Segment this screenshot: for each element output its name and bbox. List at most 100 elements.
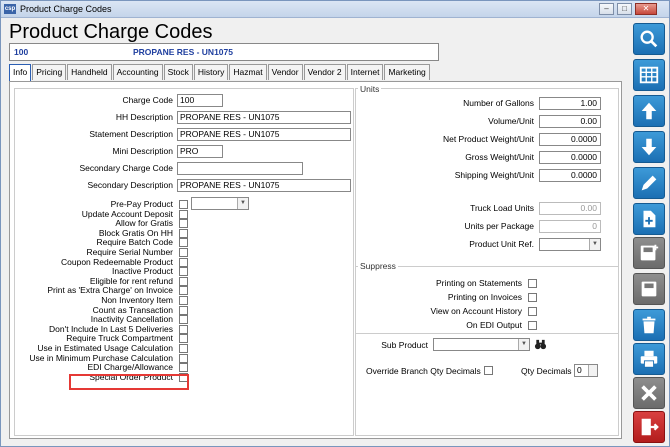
checkbox[interactable] [179,257,188,267]
statement-description-input[interactable]: PROPANE RES - UN1075 [177,128,351,141]
maximize-button[interactable]: □ [617,3,632,15]
secondary-description-label: Secondary Description [87,180,173,190]
checkbox-label: Use in Estimated Usage Calculation [37,343,173,353]
checkbox[interactable] [179,363,188,373]
tab-hazmat[interactable]: Hazmat [229,64,267,80]
checkbox[interactable] [179,334,188,344]
minimize-button[interactable]: – [599,3,614,15]
checkbox-label: Print as 'Extra Charge' on Invoice [47,285,173,296]
qty-decimals-input[interactable]: 0 [574,364,598,377]
delete-button[interactable] [633,309,665,341]
general-pane: Charge Code 100 HH Description PROPANE R… [14,88,354,436]
cancel-button[interactable] [633,377,665,409]
tab-vendor-2[interactable]: Vendor 2 [303,64,346,80]
suppress-label: Printing on Invoices [447,292,522,302]
checkbox-label: EDI Charge/Allowance [87,362,173,373]
tab-info[interactable]: Info [9,64,32,81]
unit-field-input[interactable]: 0.00 [539,202,601,215]
unit-field-input[interactable]: 0 [539,220,601,233]
chevron-down-icon: ▼ [237,198,248,209]
new-document-button[interactable] [633,203,665,235]
checkbox[interactable] [179,209,188,219]
tab-stock[interactable]: Stock [163,64,193,80]
tab-internet[interactable]: Internet [346,64,384,80]
mini-description-input[interactable]: PRO [177,145,223,158]
save-new-icon [638,242,660,264]
grid-button[interactable] [633,59,665,91]
arrow-up-icon [638,100,660,122]
tab-handheld[interactable]: Handheld [67,64,112,80]
checkbox-label: Non Inventory Item [101,295,173,305]
suppress-label: Printing on Statements [436,278,522,288]
print-icon [638,348,660,370]
checkbox[interactable] [179,248,188,257]
checkbox[interactable] [179,315,188,325]
override-branch-qty-label: Override Branch Qty Decimals [366,366,481,376]
checkbox[interactable] [179,228,188,238]
arrow-down-button[interactable] [633,131,665,163]
print-button[interactable] [633,343,665,375]
unit-field-label: Truck Load Units [470,203,534,213]
save-button[interactable] [633,273,665,305]
sub-product-dropdown[interactable]: ▼ [433,338,530,351]
unit-field-input[interactable]: 0.0000 [539,133,601,146]
unit-field-label: Units per Package [464,221,534,231]
product-unit-ref-dropdown[interactable]: ▼ [539,238,601,251]
tab-vendor[interactable]: Vendor [267,64,303,80]
app-icon: csp [4,4,16,14]
override-branch-qty-checkbox[interactable] [484,366,493,375]
arrow-up-button[interactable] [633,95,665,127]
qty-decimals-value: 0 [577,365,582,375]
checkbox[interactable] [179,305,188,315]
suppress-checkbox[interactable] [528,321,537,330]
secondary-description-input[interactable]: PROPANE RES - UN1075 [177,179,351,192]
checkbox[interactable] [179,286,188,296]
page-title: Product Charge Codes [9,21,213,43]
tab-accounting[interactable]: Accounting [112,64,163,80]
charge-code-input[interactable]: 100 [177,94,223,107]
checkbox-label: Update Account Deposit [81,208,173,219]
unit-field-input[interactable]: 0.00 [539,115,601,128]
pencil-button[interactable] [633,167,665,199]
unit-field-input[interactable]: 1.00 [539,97,601,110]
checkbox[interactable] [179,219,188,229]
suppress-checkbox[interactable] [528,307,537,316]
units-pane: Units Number of Gallons 1.00 Volume/Unit 0.… [355,84,619,436]
unit-field-input[interactable]: 0.0000 [539,169,601,182]
spinner-icon[interactable] [588,365,597,376]
checkbox[interactable] [179,200,188,209]
qty-decimals-label: Qty Decimals [521,366,572,376]
pre-pay-dropdown[interactable]: ▼ [191,197,249,210]
unit-field-input[interactable]: 0.0000 [539,151,601,164]
save-new-button[interactable] [633,237,665,269]
pencil-icon [638,172,660,194]
checkbox-label: Allow for Gratis [115,218,173,229]
secondary-charge-code-input[interactable] [177,162,303,175]
binoculars-icon[interactable] [534,338,547,351]
checkbox-label: Don't Include In Last 5 Deliveries [49,323,173,334]
checkbox-label: Require Truck Compartment [66,333,173,344]
suppress-checkbox[interactable] [528,293,537,302]
tab-history[interactable]: History [193,64,229,80]
tab-marketing[interactable]: Marketing [384,64,430,80]
window-title: Product Charge Codes [20,4,112,14]
exit-button[interactable] [633,411,665,443]
checkbox[interactable] [179,238,188,248]
checkbox[interactable] [179,324,188,334]
close-button[interactable]: ✕ [635,3,657,15]
checkbox[interactable] [179,276,188,286]
checkbox[interactable] [179,267,188,277]
checkbox[interactable] [179,353,188,363]
checkbox-label: Inactivity Cancellation [90,314,173,325]
checkbox[interactable] [179,296,188,305]
suppress-checkbox[interactable] [528,279,537,288]
tab-pricing[interactable]: Pricing [32,64,67,80]
checkbox[interactable] [179,344,188,353]
checkbox-label: Require Serial Number [86,247,173,257]
search-button[interactable] [633,23,665,55]
new-document-icon [638,208,660,230]
hh-description-input[interactable]: PROPANE RES - UN1075 [177,111,351,124]
checkbox-label: Pre-Pay Product [110,199,173,209]
chevron-down-icon: ▼ [589,239,600,250]
info-tab-page: Charge Code 100 HH Description PROPANE R… [9,81,622,439]
